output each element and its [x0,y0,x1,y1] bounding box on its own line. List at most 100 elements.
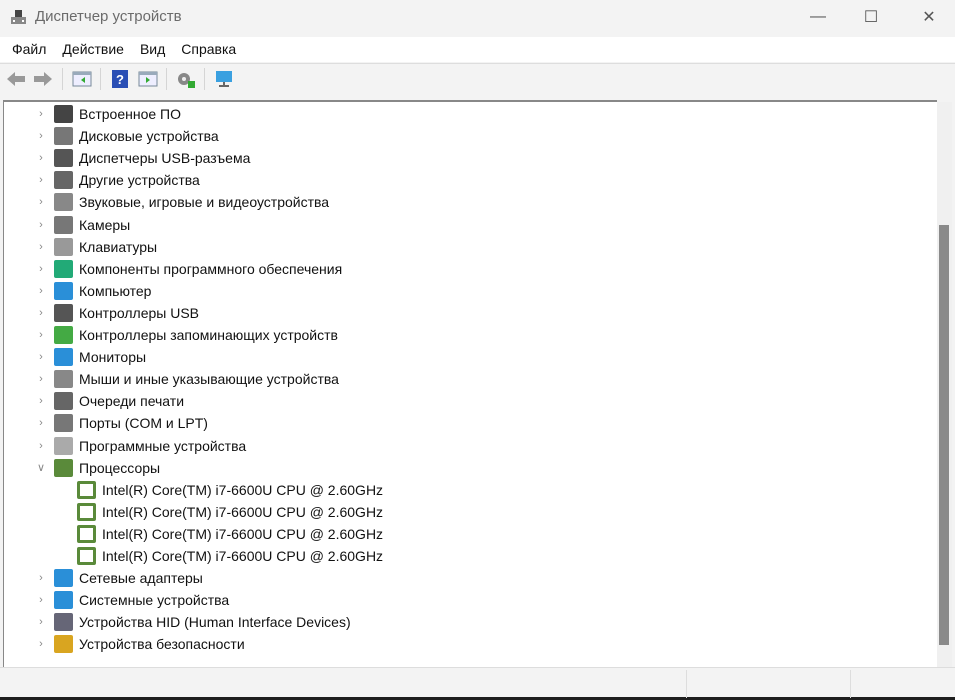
usb-icon [54,303,73,322]
tree-item-label: Очереди печати [79,393,185,410]
mouse-icon [54,370,73,389]
chevron-right-icon[interactable]: › [34,285,48,297]
chevron-right-icon[interactable]: › [34,219,48,231]
scan-hardware-icon[interactable] [214,69,234,89]
minimize-button[interactable]: — [792,0,844,34]
hid-icon [54,613,73,632]
tree-item[interactable]: › Встроенное ПО [34,103,181,125]
menu-file[interactable]: Файл [4,37,54,62]
tree-item-label: Другие устройства [79,172,200,189]
chevron-right-icon[interactable]: › [34,174,48,186]
port-icon [54,414,73,433]
tree-item[interactable]: › Устройства HID (Human Interface Devices… [34,611,351,633]
processor-icon [54,458,73,477]
help-icon[interactable]: ? [110,69,130,89]
processor-icon [77,524,96,543]
maximize-button[interactable]: ☐ [845,0,897,34]
tree-item-label: Устройства безопасности [79,636,245,653]
chevron-right-icon[interactable]: › [34,329,48,341]
tree-item-label: Мыши и иные указывающие устройства [79,371,339,388]
tree-child-item[interactable]: Intel(R) Core(TM) i7-6600U CPU @ 2.60GHz [71,501,383,523]
tree-item[interactable]: › Клавиатуры [34,236,157,258]
tree-child-item[interactable]: Intel(R) Core(TM) i7-6600U CPU @ 2.60GHz [71,545,383,567]
tree-item-label: Звуковые, игровые и видеоустройства [79,194,330,211]
chevron-right-icon[interactable]: › [34,440,48,452]
chevron-right-icon[interactable]: › [34,307,48,319]
tree-item[interactable]: › Компьютер [34,280,151,302]
tree-item-label: Мониторы [79,349,147,366]
forward-icon[interactable] [33,69,53,89]
device-manager-app-icon [11,10,26,24]
vertical-scrollbar[interactable] [937,102,952,667]
menu-view[interactable]: Вид [132,37,173,62]
scrollbar-thumb[interactable] [939,225,949,645]
tree-item[interactable]: › Контроллеры USB [34,302,199,324]
tree-item-label: Intel(R) Core(TM) i7-6600U CPU @ 2.60GHz [102,548,384,564]
chevron-right-icon[interactable]: › [34,351,48,363]
chevron-right-icon[interactable]: › [34,616,48,628]
monitor-icon [54,348,73,367]
tree-item[interactable]: › Устройства безопасности [34,633,245,655]
menu-bar: Файл Действие Вид Справка [0,37,955,62]
title-bar: Диспетчер устройств — ☐ ✕ [0,0,955,36]
window-title: Диспетчер устройств [35,8,182,25]
chevron-right-icon[interactable]: › [34,152,48,164]
tree-item[interactable]: › Мониторы [34,346,146,368]
chevron-right-icon[interactable]: › [34,373,48,385]
software-device-icon [54,436,73,455]
tree-item[interactable]: › Системные устройства [34,589,229,611]
chevron-right-icon[interactable]: › [34,263,48,275]
tree-item[interactable]: › Мыши и иные указывающие устройства [34,368,339,390]
toolbar: ? [0,63,955,93]
tree-child-item[interactable]: Intel(R) Core(TM) i7-6600U CPU @ 2.60GHz [71,523,383,545]
chevron-right-icon[interactable]: › [34,108,48,120]
tree-item[interactable]: › Контроллеры запоминающих устройств [34,324,338,346]
speaker-icon [54,193,73,212]
tree-item[interactable]: › Камеры [34,214,130,236]
chevron-right-icon[interactable]: › [34,638,48,650]
update-driver-icon[interactable] [176,69,196,89]
tree-item[interactable]: › Звуковые, игровые и видеоустройства [34,191,329,213]
chevron-right-icon[interactable]: › [34,196,48,208]
security-device-icon [54,635,73,654]
tree-item[interactable]: › Дисковые устройства [34,125,219,147]
tree-item[interactable]: ∨ Процессоры [34,457,160,479]
tree-item-label: Intel(R) Core(TM) i7-6600U CPU @ 2.60GHz [102,503,384,520]
tree-item[interactable]: › Другие устройства [34,169,200,191]
tree-item-label: Порты (COM и LPT) [79,415,208,432]
tree-item[interactable]: › Сетевые адаптеры [34,567,203,589]
chevron-right-icon[interactable]: › [34,241,48,253]
tree-item-label: Системные устройства [79,592,230,609]
tree-item[interactable]: › Очереди печати [34,390,184,412]
storage-controller-icon [54,326,73,344]
tree-item[interactable]: › Компоненты программного обеспечения [34,258,342,280]
menu-action[interactable]: Действие [54,37,132,62]
chevron-right-icon[interactable]: › [34,572,48,584]
tree-item[interactable]: › Диспетчеры USB-разъема [34,147,250,169]
chevron-down-icon[interactable]: ∨ [34,461,48,474]
processor-icon [77,502,96,521]
menu-help[interactable]: Справка [173,37,244,62]
status-bar [0,667,955,698]
tree-item[interactable]: › Программные устройства [34,435,246,457]
back-icon[interactable] [6,69,26,89]
other-devices-icon [54,171,73,190]
tree-item-label: Устройства HID (Human Interface Devices) [79,614,351,631]
chevron-right-icon[interactable]: › [34,417,48,429]
usb-connector-icon [54,149,73,168]
tree-item-label: Встроенное ПО [79,106,181,122]
action-pane-icon[interactable] [138,69,158,89]
device-tree: › Встроенное ПО › Дисковые устройства › Диспе… [3,100,937,667]
chevron-right-icon[interactable]: › [34,130,48,142]
close-button[interactable]: ✕ [903,0,955,34]
tree-item-label: Контроллеры USB [79,304,199,321]
tree-item-label: Компьютер [79,282,152,299]
network-adapter-icon [54,569,73,588]
chevron-right-icon[interactable]: › [34,395,48,407]
show-hide-console-tree-icon[interactable] [72,69,92,89]
tree-item[interactable]: › Порты (COM и LPT) [34,412,208,434]
tree-child-item[interactable]: Intel(R) Core(TM) i7-6600U CPU @ 2.60GHz [71,479,383,501]
software-component-icon [54,259,73,278]
chevron-right-icon[interactable]: › [34,594,48,606]
printer-icon [54,392,73,411]
